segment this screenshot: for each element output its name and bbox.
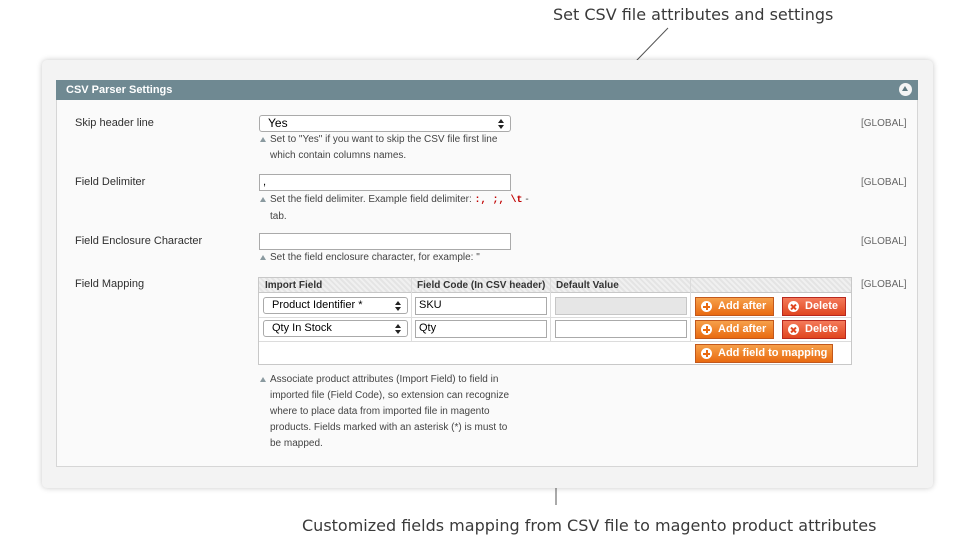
info-icon — [260, 255, 266, 260]
delimiter-input[interactable]: , — [259, 174, 511, 191]
enclosure-label: Field Enclosure Character — [75, 235, 203, 247]
select-arrows-icon — [498, 119, 504, 129]
add-after-label: Add after — [718, 323, 767, 335]
field-code-input[interactable]: SKU — [415, 297, 547, 315]
skip-header-note-line1: Set to "Yes" if you want to skip the CSV… — [270, 134, 498, 145]
mapping-note-line: imported file (Field Code), so extension… — [270, 390, 510, 401]
mapping-note-line: products. Fields marked with an asterisk… — [270, 422, 508, 433]
mapping-scope: [GLOBAL] — [861, 279, 907, 290]
skip-header-scope: [GLOBAL] — [861, 118, 907, 129]
delimiter-note: Set the field delimiter. Example field d… — [260, 192, 529, 225]
info-icon — [260, 197, 266, 202]
row-divider — [259, 317, 851, 318]
import-field-value: Product Identifier * — [272, 299, 363, 311]
add-field-label: Add field to mapping — [718, 347, 828, 359]
import-field-select[interactable]: Product Identifier * — [263, 297, 408, 314]
import-field-value: Qty In Stock — [272, 322, 332, 334]
add-field-to-mapping-button[interactable]: Add field to mapping — [695, 344, 833, 363]
row-divider — [259, 341, 851, 342]
delete-icon — [788, 324, 799, 335]
mapping-table-header — [259, 278, 851, 293]
enclosure-note: Set the field enclosure character, for e… — [260, 250, 480, 266]
default-value-input[interactable] — [555, 320, 687, 338]
field-code-input[interactable]: Qty — [415, 320, 547, 338]
plus-icon — [701, 324, 712, 335]
delete-label: Delete — [805, 300, 839, 312]
add-after-button[interactable]: Add after — [695, 320, 774, 339]
plus-icon — [701, 301, 712, 312]
mapping-note-line: Associate product attributes (Import Fie… — [270, 374, 499, 385]
header-field-code: Field Code (In CSV header) — [417, 280, 546, 291]
delimiter-note-line2: tab. — [270, 211, 287, 222]
column-divider — [550, 278, 551, 341]
delimiter-note-line1: Set the field delimiter. Example field d… — [270, 192, 529, 209]
delimiter-note-prefix: Set the field delimiter. Example field d… — [270, 194, 472, 205]
section-header[interactable]: CSV Parser Settings — [56, 80, 918, 100]
info-icon — [260, 377, 266, 382]
mapping-note-line: be mapped. — [270, 438, 323, 449]
mapping-note-line: where to place data from imported file i… — [270, 406, 490, 417]
delete-button[interactable]: Delete — [782, 297, 846, 316]
enclosure-scope: [GLOBAL] — [861, 236, 907, 247]
column-divider — [690, 278, 691, 341]
select-arrows-icon — [395, 301, 401, 311]
select-arrows-icon — [395, 324, 401, 334]
column-divider — [411, 278, 412, 341]
collapse-icon[interactable] — [899, 83, 912, 96]
delete-label: Delete — [805, 323, 839, 335]
default-value-input — [555, 297, 687, 315]
mapping-label: Field Mapping — [75, 278, 145, 290]
info-icon — [260, 137, 266, 142]
delimiter-note-suffix: - — [525, 194, 529, 205]
import-field-select[interactable]: Qty In Stock — [263, 320, 408, 337]
mapping-note: Associate product attributes (Import Fie… — [260, 372, 510, 452]
skip-header-label: Skip header line — [75, 117, 154, 129]
plus-icon — [701, 348, 712, 359]
delimiter-label: Field Delimiter — [75, 176, 146, 188]
skip-header-note-line2: which contain columns names. — [270, 150, 407, 161]
section-title: CSV Parser Settings — [66, 84, 173, 96]
skip-header-note: Set to "Yes" if you want to skip the CSV… — [260, 132, 498, 164]
add-after-button[interactable]: Add after — [695, 297, 774, 316]
delete-button[interactable]: Delete — [782, 320, 846, 339]
enclosure-note-text: Set the field enclosure character, for e… — [270, 252, 480, 263]
enclosure-input[interactable] — [259, 233, 511, 250]
header-import-field: Import Field — [265, 280, 323, 291]
skip-header-select[interactable]: Yes — [259, 115, 511, 132]
add-after-label: Add after — [718, 300, 767, 312]
delimiter-scope: [GLOBAL] — [861, 177, 907, 188]
skip-header-value: Yes — [268, 116, 288, 130]
delete-icon — [788, 301, 799, 312]
delimiter-note-codes: :, ;, \t — [474, 195, 523, 206]
header-default-value: Default Value — [556, 280, 619, 291]
